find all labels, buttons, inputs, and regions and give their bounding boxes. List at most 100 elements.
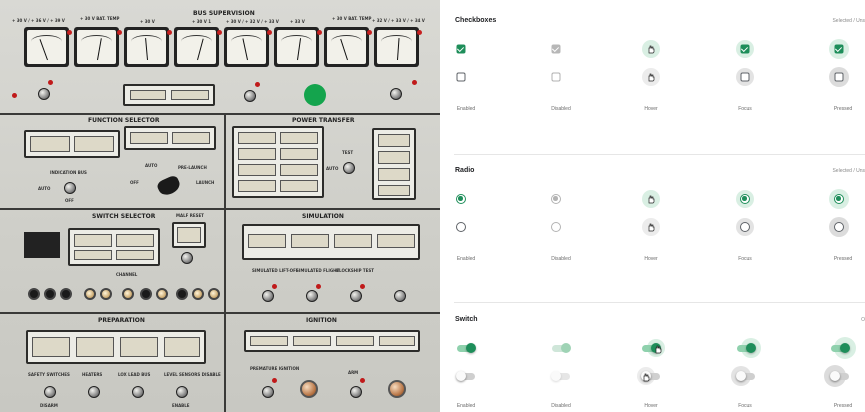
control-label: AUTO [145, 163, 158, 168]
control-label: OFF [130, 180, 139, 185]
checkbox-enabled-checked[interactable] [456, 44, 466, 54]
control-label: PREMATURE IGNITION [250, 366, 300, 371]
hand-pointer-icon [648, 195, 655, 204]
checkbox-pressed-unchecked[interactable] [834, 72, 844, 82]
control-label: LEVEL SENSORS DISABLE [164, 372, 221, 377]
panel-divider [0, 208, 440, 210]
switch-enabled-on[interactable] [456, 343, 476, 353]
radio-focus-unselected[interactable] [740, 222, 750, 232]
panel-title: BUS SUPERVISION [193, 10, 255, 17]
checkbox-pressed-checked[interactable] [834, 44, 844, 54]
column-label: Pressed [833, 403, 853, 409]
switch-enabled-off[interactable] [456, 371, 476, 381]
column-label: Focus [738, 256, 752, 262]
indicator-light [255, 82, 260, 87]
indicator-light [12, 93, 17, 98]
radio-pressed-selected[interactable] [834, 194, 844, 204]
toggle-switch [343, 162, 355, 174]
section-meta: Selected / Uns [832, 18, 865, 24]
voltmeter [124, 27, 172, 67]
checkbox-focus-unchecked[interactable] [740, 72, 750, 82]
indicator-unit [172, 222, 206, 248]
control-label: CHANNEL [116, 272, 138, 277]
toggle-switch [390, 88, 402, 100]
switch-pressed-off[interactable] [830, 371, 850, 381]
section-divider [454, 154, 865, 155]
section-title-checkboxes: Checkboxes [455, 17, 497, 24]
radio-enabled-unselected[interactable] [456, 222, 466, 232]
column-label: Pressed [833, 106, 853, 112]
section-title-radio: Radio [455, 167, 475, 174]
column-label: Enabled [456, 403, 476, 409]
switch-pressed-on[interactable] [830, 343, 850, 353]
column-label: Hover [644, 106, 658, 112]
control-label: BLOCKSHIP TEST [336, 268, 375, 273]
section-title: POWER TRANSFER [292, 117, 355, 124]
control-label: MALF RESET [176, 213, 204, 218]
hand-pointer-icon [648, 223, 655, 232]
indicator-bulb [100, 288, 112, 300]
indicator-bulb [192, 288, 204, 300]
indicator-light [272, 378, 277, 383]
toggle-switch [306, 290, 318, 302]
control-label: AUTO [326, 166, 339, 171]
checkbox-disabled-checked [551, 44, 561, 54]
indicator-unit [123, 84, 215, 106]
radio-enabled-selected[interactable] [456, 194, 466, 204]
section-title: SIMULATION [302, 213, 344, 220]
section-meta: O [861, 317, 865, 323]
control-label: LAUNCH [196, 180, 215, 185]
checkbox-focus-checked[interactable] [740, 44, 750, 54]
indicator-bulb [28, 288, 40, 300]
indicator-unit [68, 228, 160, 266]
checkbox-enabled-unchecked[interactable] [456, 72, 466, 82]
indicator-bulb [176, 288, 188, 300]
control-label: SIMULATED FLIGHT [296, 268, 340, 273]
indicator-lamp [300, 380, 318, 398]
voltmeter [24, 27, 72, 67]
toggle-switch [262, 290, 274, 302]
panel-divider [224, 113, 226, 412]
toggle-switch [394, 290, 406, 302]
indicator-unit [242, 224, 420, 260]
switch-disabled-on [551, 343, 571, 353]
indicator-bulb [60, 288, 72, 300]
indicator-bulb [156, 288, 168, 300]
column-label: Enabled [456, 256, 476, 262]
column-label: Hover [644, 256, 658, 262]
voltmeter [74, 27, 122, 67]
voltmeter [224, 27, 272, 67]
green-indicator-lamp [304, 84, 326, 106]
meter-label: + 30 V 1 [192, 19, 211, 24]
indicator-light [48, 80, 53, 85]
counter-display [24, 232, 60, 258]
indicator-bulb [140, 288, 152, 300]
control-label: HEATERS [82, 372, 103, 377]
column-label: Pressed [833, 256, 853, 262]
section-divider [454, 302, 865, 303]
meter-label: + 30 V [140, 19, 155, 24]
meter-label: + 30 V BAT. TEMP [80, 16, 120, 21]
toggle-switch [64, 182, 76, 194]
meter-label: + 30 V / + 36 V / + 39 V [12, 18, 65, 23]
indicator-bulb [84, 288, 96, 300]
switch-disabled-off [551, 371, 571, 381]
switch-focus-on[interactable] [736, 343, 756, 353]
column-label: Enabled [456, 106, 476, 112]
indicator-lamp [388, 380, 406, 398]
indicator-bulb [44, 288, 56, 300]
switch-focus-off[interactable] [736, 371, 756, 381]
indicator-bulb [208, 288, 220, 300]
section-title-switch: Switch [455, 316, 478, 323]
section-title: SWITCH SELECTOR [92, 213, 156, 220]
radio-focus-selected[interactable] [740, 194, 750, 204]
control-label: OFF [65, 198, 74, 203]
radio-pressed-unselected[interactable] [834, 222, 844, 232]
voltmeter [324, 27, 372, 67]
control-label: PRE-LAUNCH [178, 165, 207, 170]
indicator-bulb [122, 288, 134, 300]
control-label: LOX LEAD BUS [118, 372, 151, 377]
radio-disabled-selected [551, 194, 561, 204]
voltmeter [274, 27, 322, 67]
meter-label: + 30 V / + 32 V / + 33 V [226, 19, 279, 24]
